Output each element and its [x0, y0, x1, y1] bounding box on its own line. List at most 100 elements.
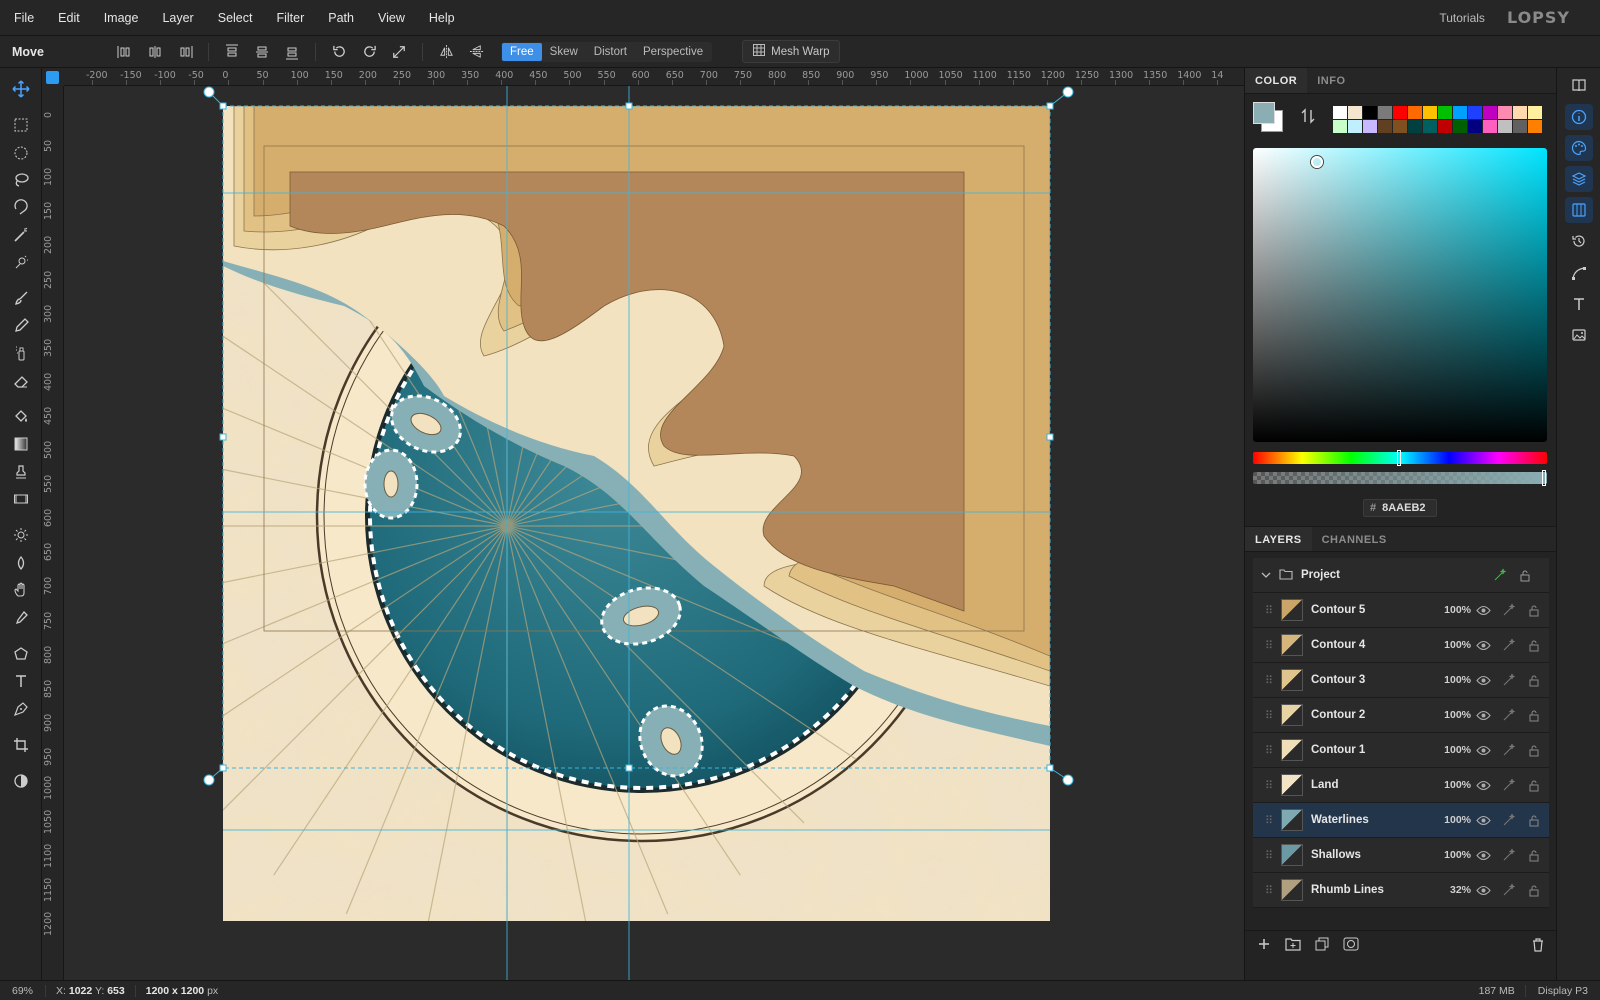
color-swatch[interactable] [1408, 120, 1422, 133]
color-swatch[interactable] [1333, 120, 1347, 133]
eye-icon[interactable] [1471, 850, 1496, 861]
alpha-slider[interactable] [1253, 472, 1547, 484]
color-swatch[interactable] [1378, 120, 1392, 133]
layer-row[interactable]: ⠿ Contour 4 100% [1253, 628, 1549, 663]
hue-slider-handle[interactable] [1397, 450, 1401, 466]
layer-opacity[interactable]: 100% [1431, 639, 1471, 651]
tab-layers[interactable]: LAYERS [1245, 527, 1312, 551]
crop-tool-icon[interactable] [7, 732, 35, 758]
horizontal-ruler[interactable]: -200 -150 -100 -50 0 50 100 150 200 250 300 350 400 4… [64, 68, 1244, 86]
effects-icon[interactable] [1496, 743, 1521, 757]
gradient-tool-icon[interactable] [7, 431, 35, 457]
vertical-ruler[interactable]: 0 50 100 150 200 250 300 350 400 450 500 550 600 650 7… [42, 86, 64, 980]
layer-row[interactable]: ⠿ Contour 2 100% [1253, 698, 1549, 733]
lock-icon[interactable] [1521, 849, 1546, 862]
color-swatch[interactable] [1363, 106, 1377, 119]
duplicate-layer-icon[interactable] [1315, 937, 1329, 954]
eye-icon[interactable] [1471, 780, 1496, 791]
eye-icon[interactable] [1471, 710, 1496, 721]
mode-skew-button[interactable]: Skew [542, 43, 586, 61]
menu-edit[interactable]: Edit [46, 11, 92, 25]
spray-tool-icon[interactable] [7, 340, 35, 366]
pencil-tool-icon[interactable] [7, 313, 35, 339]
zoom-level[interactable]: 69% [0, 984, 47, 997]
layer-opacity[interactable]: 100% [1431, 674, 1471, 686]
color-swatch[interactable] [1363, 120, 1377, 133]
effects-icon[interactable] [1496, 638, 1521, 652]
hex-color-input[interactable]: # 8AAEB2 [1363, 499, 1437, 517]
transform-handle-corner-bl[interactable] [219, 764, 227, 772]
drag-handle-icon[interactable]: ⠿ [1259, 884, 1279, 897]
lasso-tool-icon[interactable] [7, 167, 35, 193]
align-right-icon[interactable] [170, 40, 200, 64]
foreground-color-swatch[interactable] [1253, 102, 1275, 124]
color-swatch[interactable] [1438, 106, 1452, 119]
layer-row[interactable]: ⠿ Rhumb Lines 32% [1253, 873, 1549, 908]
eye-icon[interactable] [1471, 675, 1496, 686]
image-adjust-icon[interactable] [1565, 322, 1593, 348]
color-swatch[interactable] [1513, 106, 1527, 119]
transform-handle-corner-br[interactable] [1046, 764, 1054, 772]
lock-icon[interactable] [1521, 639, 1546, 652]
color-swatch[interactable] [1528, 120, 1542, 133]
channels-icon[interactable] [1565, 197, 1593, 223]
color-swatch[interactable] [1393, 120, 1407, 133]
color-swatch[interactable] [1498, 120, 1512, 133]
swap-colors-icon[interactable] [1301, 108, 1315, 127]
menu-view[interactable]: View [366, 11, 417, 25]
layer-row[interactable]: ⠿ Contour 3 100% [1253, 663, 1549, 698]
tab-color[interactable]: COLOR [1245, 68, 1308, 93]
flip-horizontal-icon[interactable] [431, 40, 461, 64]
drag-handle-icon[interactable]: ⠿ [1259, 779, 1279, 792]
polygon-tool-icon[interactable] [7, 641, 35, 667]
color-swatch[interactable] [1468, 120, 1482, 133]
lock-icon[interactable] [1521, 709, 1546, 722]
color-swatch[interactable] [1378, 106, 1392, 119]
color-swatch[interactable] [1348, 106, 1362, 119]
drag-handle-icon[interactable]: ⠿ [1259, 639, 1279, 652]
effects-icon[interactable] [1496, 603, 1521, 617]
eye-icon[interactable] [1471, 815, 1496, 826]
color-profile[interactable]: Display P3 [1526, 985, 1600, 997]
effects-icon[interactable] [1496, 708, 1521, 722]
eye-icon[interactable] [1471, 885, 1496, 896]
drag-handle-icon[interactable]: ⠿ [1259, 849, 1279, 862]
effects-icon-active[interactable] [1487, 568, 1512, 582]
lock-icon[interactable] [1521, 604, 1546, 617]
rect-select-tool-icon[interactable] [7, 112, 35, 138]
text-tool-icon[interactable] [7, 668, 35, 694]
stamp-tool-icon[interactable] [7, 459, 35, 485]
magnetic-lasso-tool-icon[interactable] [7, 194, 35, 220]
eye-icon[interactable] [1471, 745, 1496, 756]
book-icon[interactable] [1565, 72, 1593, 98]
layer-opacity[interactable]: 100% [1431, 814, 1471, 826]
menu-file[interactable]: File [0, 11, 46, 25]
lock-icon[interactable] [1521, 779, 1546, 792]
drag-handle-icon[interactable]: ⠿ [1259, 814, 1279, 827]
trash-icon[interactable] [1531, 937, 1545, 955]
color-swatch[interactable] [1468, 106, 1482, 119]
saturation-value-picker[interactable] [1253, 148, 1547, 442]
transform-handle-top[interactable] [625, 102, 633, 110]
transform-handle-corner-tl[interactable] [219, 102, 227, 110]
color-swatch[interactable] [1483, 106, 1497, 119]
chevron-down-icon[interactable] [1261, 568, 1275, 582]
lock-icon[interactable] [1512, 569, 1537, 582]
history-icon[interactable] [1565, 228, 1593, 254]
color-swatch[interactable] [1483, 120, 1497, 133]
info-icon[interactable] [1565, 104, 1593, 130]
transform-handle-bottom-left[interactable] [203, 774, 215, 786]
effects-icon[interactable] [1496, 848, 1521, 862]
lock-icon[interactable] [1521, 744, 1546, 757]
layer-opacity[interactable]: 100% [1431, 779, 1471, 791]
flip-vertical-icon[interactable] [461, 40, 491, 64]
align-center-h-icon[interactable] [140, 40, 170, 64]
align-bottom-icon[interactable] [277, 40, 307, 64]
expand-icon[interactable] [384, 40, 414, 64]
tab-info[interactable]: INFO [1307, 68, 1355, 93]
menu-path[interactable]: Path [316, 11, 366, 25]
layer-row[interactable]: ⠿ Waterlines 100% [1253, 803, 1549, 838]
layer-group-project[interactable]: Project [1253, 558, 1549, 593]
color-swatch[interactable] [1408, 106, 1422, 119]
eye-icon[interactable] [1471, 605, 1496, 616]
